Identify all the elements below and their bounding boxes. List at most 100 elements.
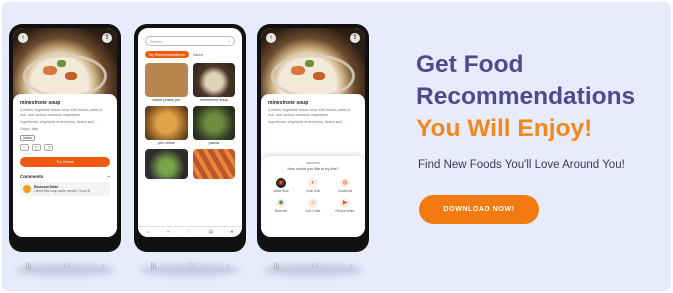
share-icon[interactable]: ⇪: [102, 33, 112, 43]
back-nav-icon[interactable]: ‹: [102, 263, 104, 270]
dish-ingredients: Ingredients: vegetable broth/celery, bea…: [20, 120, 98, 124]
option-cookbook[interactable]: ◍ Cookbook: [330, 177, 360, 193]
search-placeholder: Search: [150, 38, 163, 44]
food-tile-image: [192, 149, 235, 179]
comment-item: BlossomTaste I liked this soup taste ove…: [20, 182, 110, 196]
sheet-handle[interactable]: [306, 162, 320, 164]
dish-ingredients: Ingredients: vegetable broth/celery, bea…: [268, 120, 346, 124]
food-tile[interactable]: [192, 149, 235, 179]
subheading: Find New Foods You'll Love Around You!: [418, 159, 625, 171]
comments-header: Comments –: [20, 174, 110, 179]
food-tile-image: [145, 63, 188, 97]
back-nav-icon[interactable]: ‹: [227, 263, 229, 270]
promo-banner: ‹ ⇪ minestrone soup A hearty vegetable b…: [2, 2, 671, 291]
back-icon[interactable]: ‹: [18, 33, 28, 43]
download-now-button[interactable]: DOWNLOAD NOW!: [419, 195, 539, 224]
comments-label: Comments: [20, 174, 44, 179]
phone-mockup-options: ‹ ⇪ minestrone soup A hearty vegetable b…: [257, 24, 369, 276]
dish-description: A hearty vegetable based soup with beans…: [20, 108, 103, 117]
pot-icon: ▣: [276, 177, 286, 188]
avatar: [23, 185, 31, 193]
collapse-icon[interactable]: –: [107, 174, 110, 179]
home-icon[interactable]: □: [64, 263, 68, 270]
option-label: Recipe Video: [335, 208, 355, 213]
search-input[interactable]: Search ⌕: [145, 36, 235, 46]
dish-title: minestrone soup: [20, 100, 61, 106]
recents-icon[interactable]: |||: [26, 263, 31, 270]
headline-line-2: Recommendations: [416, 83, 636, 110]
food-tile-image: [145, 106, 188, 140]
video-icon: ▶: [340, 197, 350, 208]
back-icon[interactable]: ‹: [266, 33, 276, 43]
recents-icon[interactable]: |||: [151, 263, 156, 270]
tab-my-recommendations[interactable]: My Recommendations: [145, 51, 189, 58]
search-icon: ⌕: [227, 38, 230, 44]
option-grab-it-all[interactable]: ◐ Grab it All: [298, 177, 328, 193]
option-make-now[interactable]: ▣ Make Now: [266, 177, 296, 193]
food-tile[interactable]: pho cheat: [145, 106, 188, 145]
headline-line-1: Get Food: [416, 51, 524, 78]
tab-saved[interactable]: Saved: [193, 53, 203, 57]
option-label: Near Me: [274, 208, 288, 213]
home-tab-icon[interactable]: ⌂: [147, 229, 150, 235]
food-tile[interactable]: [145, 149, 188, 179]
comment-text: I liked this soup taste overall. Good it…: [34, 189, 91, 193]
dish-card: minestrone soup A hearty vegetable based…: [13, 94, 117, 237]
option-grid: ▣ Make Now ◐ Grab it All ◍ Cookbook ◉ Ne…: [266, 177, 360, 213]
food-tile-image: [192, 106, 235, 140]
option-recipe-video[interactable]: ▶ Recipe Video: [330, 197, 360, 213]
try-options-sheet: How would you like to try this? ▣ Make N…: [261, 156, 365, 237]
recents-icon[interactable]: |||: [274, 263, 279, 270]
food-tile-label: pho cheat: [157, 141, 175, 145]
dish-origin: Origin: Italy: [20, 127, 39, 131]
sheet-title: How would you like to try this?: [287, 166, 339, 171]
heart-icon[interactable]: ♡: [20, 144, 29, 151]
android-nav-bar: ||| □ ‹: [9, 261, 121, 272]
option-label: Just Order: [305, 208, 321, 213]
phone-frame: ‹ ⇪ minestrone soup A hearty vegetable b…: [257, 24, 369, 252]
food-tile-image: [192, 63, 235, 97]
cuisine-tag: Italian: [20, 135, 36, 141]
option-just-order[interactable]: ♨ Just Order: [298, 197, 328, 213]
recipes-tab-icon[interactable]: ⑂: [167, 229, 170, 235]
option-label: Make Now: [273, 188, 289, 193]
food-tile-label: minestrone soup: [199, 98, 228, 102]
food-tile[interactable]: paella: [192, 106, 235, 145]
profile-tab-icon[interactable]: ●: [230, 229, 233, 235]
phone-screen: Search ⌕ My Recommendations Saved sweet …: [138, 28, 242, 237]
tab-bar: My Recommendations Saved: [145, 51, 235, 58]
food-tile-label: paella: [208, 141, 219, 145]
phone-screen: ‹ ⇪ minestrone soup A hearty vegetable b…: [13, 28, 117, 237]
food-tile-label: sweet potato pie: [152, 98, 181, 102]
home-icon[interactable]: □: [312, 263, 316, 270]
home-icon[interactable]: □: [189, 263, 193, 270]
phone-mockup-grid: Search ⌕ My Recommendations Saved sweet …: [134, 24, 246, 276]
option-label: Grab it All: [306, 188, 320, 193]
food-tile[interactable]: minestrone soup: [192, 63, 235, 102]
back-nav-icon[interactable]: ‹: [350, 263, 352, 270]
bag-icon: ♨: [308, 197, 318, 208]
book-icon: ◍: [340, 177, 350, 188]
food-tile[interactable]: sweet potato pie: [145, 63, 188, 102]
android-nav-bar: ||| □ ‹: [257, 261, 369, 272]
dish-description: A hearty vegetable based soup with beans…: [268, 108, 351, 117]
phone-frame: ‹ ⇪ minestrone soup A hearty vegetable b…: [9, 24, 121, 252]
try-it-now-button[interactable]: Try it Now: [20, 157, 110, 167]
option-near-me[interactable]: ◉ Near Me: [266, 197, 296, 213]
store-tab-icon[interactable]: ▤: [209, 229, 214, 235]
saves-tab-icon[interactable]: ♡: [187, 229, 191, 235]
headline-line-3: You Will Enjoy!: [416, 115, 593, 142]
headline: Get Food Recommendations You Will Enjoy!: [416, 49, 635, 145]
phone-frame: Search ⌕ My Recommendations Saved sweet …: [134, 24, 246, 252]
phone-mockup-detail: ‹ ⇪ minestrone soup A hearty vegetable b…: [9, 24, 121, 276]
cart-icon: ◐: [308, 177, 318, 188]
share-icon[interactable]: ⤴: [44, 144, 53, 151]
android-nav-bar: ||| □ ‹: [134, 261, 246, 272]
option-label: Cookbook: [337, 188, 353, 193]
dish-title: minestrone soup: [268, 100, 309, 106]
food-tile-image: [145, 149, 188, 179]
share-icon[interactable]: ⇪: [350, 33, 360, 43]
bookmark-icon[interactable]: ▢: [32, 144, 41, 151]
bottom-navigation: ⌂ ⑂ ♡ ▤ ●: [138, 226, 242, 237]
phone-screen: ‹ ⇪ minestrone soup A hearty vegetable b…: [261, 28, 365, 237]
